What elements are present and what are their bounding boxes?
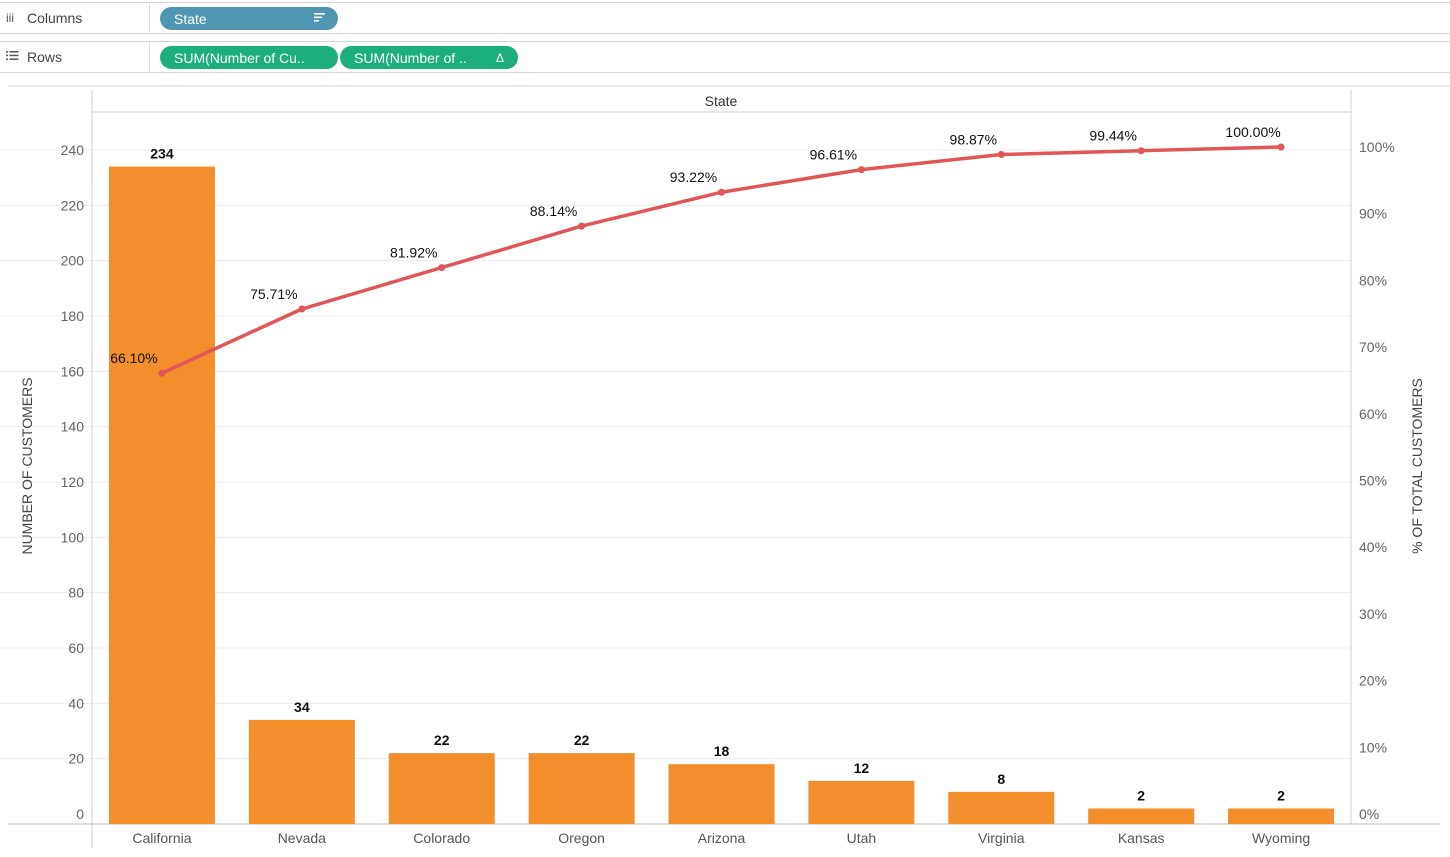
cumulative-point [158,369,166,377]
rows-shelf-label: Rows [0,42,150,72]
rows-label-text: Rows [27,49,63,65]
category-label: Utah [847,830,877,846]
bar-value-label: 8 [997,771,1005,787]
category-label: Oregon [558,830,605,846]
delta-icon: Δ [495,50,504,65]
category-label: Wyoming [1252,830,1310,846]
left-tick-label: 120 [61,474,85,490]
cumulative-line-layer [158,143,1285,377]
sum-customers-pct-pill[interactable]: SUM(Number of .. Δ [340,46,518,69]
sum-customers-pill-label: SUM(Number of Cu.. [174,49,305,66]
sum-customers-pct-pill-label: SUM(Number of .. [354,49,467,66]
right-tick-label: 10% [1359,739,1387,755]
left-axis-title: NUMBER OF CUSTOMERS [19,377,35,554]
right-tick-label: 100% [1359,139,1395,155]
right-tick-label: 70% [1359,339,1387,355]
bar [1088,808,1195,824]
category-label: Nevada [278,830,326,846]
left-tick-label: 40 [68,695,84,711]
left-tick-label: 160 [61,363,85,379]
right-tick-label: 60% [1359,406,1387,422]
chart-frame [8,85,1450,848]
cumulative-point [997,151,1005,159]
category-label: Colorado [413,830,470,846]
cumulative-percent-label: 81.92% [390,245,437,261]
category-label: Kansas [1118,830,1165,846]
bar-value-label: 234 [150,146,174,162]
right-tick-label: 20% [1359,673,1387,689]
left-tick-label: 180 [61,308,85,324]
cumulative-point [578,222,586,230]
cumulative-percent-label: 88.14% [530,203,577,219]
labels-layer: 2343422 22181282 266.10%75.71%81.92%88.14%… [110,124,1285,803]
cumulative-percent-label: 98.87% [950,132,997,148]
cumulative-point [1137,147,1145,155]
bar-value-label: 22 [574,732,590,748]
right-tick-label: 80% [1359,272,1387,288]
bar [388,753,495,824]
columns-label-text: Columns [27,10,83,26]
cumulative-point [1277,143,1285,151]
bar [948,791,1055,824]
bar [808,780,915,824]
category-label: Virginia [978,830,1025,846]
cumulative-point [718,188,725,196]
sort-icon[interactable] [314,12,326,26]
bar-value-label: 12 [854,760,870,776]
left-tick-label: 20 [68,751,84,767]
right-tick-label: 30% [1359,606,1387,622]
rows-shelf[interactable]: Rows SUM(Number of Cu.. SUM(Number of ..… [0,41,1450,73]
left-tick-label: 0 [76,806,84,822]
columns-shelf-label: iii Columns [0,3,150,33]
bar-value-label: 2 [1137,787,1145,803]
cumulative-point [857,166,865,174]
cumulative-percent-label: 66.10% [110,350,157,366]
bars-layer [108,166,1335,825]
bar [1228,808,1335,824]
pareto-chart: State 2343422 22181282 266.10%75.71%81.92%… [0,85,1450,848]
bar-value-label: 2 [1277,787,1285,803]
cumulative-percent-label: 75.71% [250,286,297,302]
cumulative-point [438,264,446,272]
bar [528,753,635,824]
left-tick-label: 100 [61,529,85,545]
left-tick-label: 240 [61,142,85,158]
right-tick-label: 90% [1359,206,1387,222]
columns-shelf[interactable]: iii Columns State [0,2,1450,34]
left-tick-label: 80 [68,585,84,601]
cumulative-percent-label: 99.44% [1089,128,1136,144]
state-pill-label: State [174,10,207,27]
state-pill[interactable]: State [160,7,338,30]
left-tick-label: 200 [61,253,85,269]
bar [668,764,775,824]
left-tick-label: 60 [68,640,84,656]
bar-value-label: 18 [714,743,730,759]
axes-layer: 240220200180160140120100806040200100%90%… [19,139,1425,846]
rows-icon [6,50,22,64]
right-tick-label: 0% [1359,806,1379,822]
bar-value-label: 22 [434,732,450,748]
cumulative-percent-line [161,145,1282,375]
bar [108,166,215,825]
sum-customers-pill[interactable]: SUM(Number of Cu.. [160,46,338,69]
left-tick-label: 220 [61,197,85,213]
cumulative-percent-label: 100.00% [1225,124,1280,140]
cumulative-percent-label: 96.61% [810,147,857,163]
right-tick-label: 40% [1359,539,1387,555]
bar-value-label: 34 [294,699,310,715]
cumulative-percent-label: 93.22% [670,169,717,185]
left-tick-label: 140 [61,419,85,435]
cumulative-point [298,305,306,313]
bar [248,719,355,824]
right-tick-label: 50% [1359,473,1387,489]
columns-icon: iii [6,11,14,25]
state-column-header: State [705,93,738,109]
category-label: California [132,830,191,846]
category-label: Arizona [698,830,746,846]
right-axis-title: % OF TOTAL CUSTOMERS [1409,378,1425,554]
